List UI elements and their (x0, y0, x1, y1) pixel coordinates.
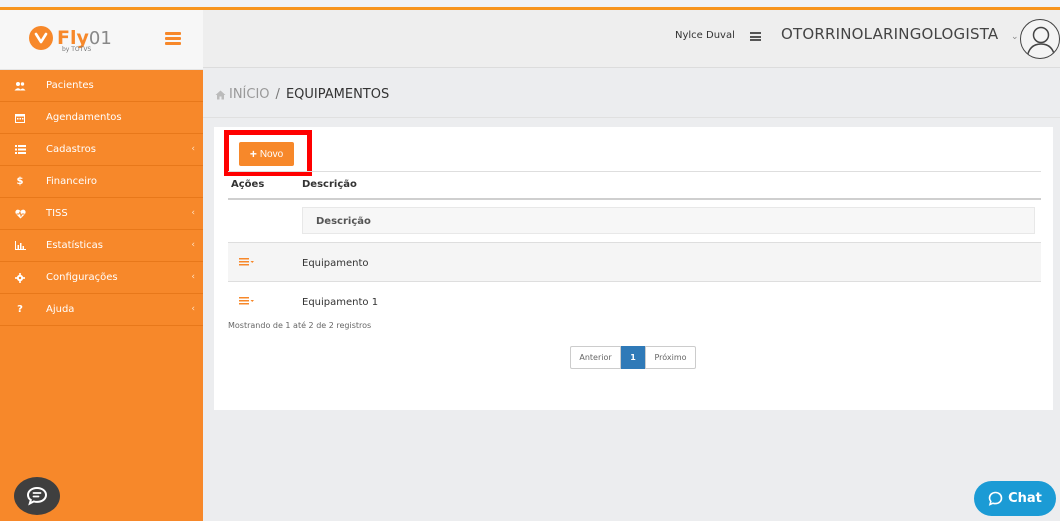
pagination-previous[interactable]: Anterior (570, 346, 621, 369)
sidebar-item-estatisticas[interactable]: Estatísticas ‹ (0, 230, 203, 262)
description-filter[interactable]: Descrição (302, 207, 1035, 234)
bar-chart-icon (14, 241, 26, 250)
sidebar-item-agendamentos[interactable]: Agendamentos (0, 102, 203, 134)
specialty-selector[interactable]: OTORRINOLARINGOLOGISTA (781, 25, 998, 43)
chevron-left-icon: ‹ (191, 144, 195, 154)
hamburger-menu-icon[interactable] (165, 32, 181, 45)
sidebar-item-financeiro[interactable]: $ Financeiro (0, 166, 203, 198)
breadcrumb-divider (203, 117, 1060, 118)
chevron-left-icon: ‹ (191, 272, 195, 282)
top-strip (0, 0, 1060, 10)
filter-label: Descrição (316, 216, 371, 227)
row-description: Equipamento (302, 258, 369, 269)
users-icon (14, 81, 26, 91)
gear-icon (14, 272, 26, 283)
chat-bubble-icon (988, 491, 1003, 506)
logo-area: Fly01 by TOTVS (0, 10, 203, 70)
sidebar-item-label: Pacientes (46, 80, 94, 91)
new-button-label: Novo (259, 148, 284, 160)
table-top-border (228, 171, 1041, 172)
sidebar-menu: Pacientes Agendamentos Cadastros ‹ $ Fin… (0, 70, 203, 326)
support-chat-icon[interactable] (14, 477, 60, 515)
chevron-down-icon[interactable]: ⌄ (1011, 32, 1019, 42)
logo-text: Fly01 (57, 27, 112, 49)
row-actions-menu-icon[interactable] (236, 253, 258, 271)
heartbeat-icon (14, 209, 26, 219)
breadcrumb-home[interactable]: INÍCIO (229, 87, 270, 102)
sidebar-item-cadastros[interactable]: Cadastros ‹ (0, 134, 203, 166)
app-logo: Fly01 by TOTVS (29, 26, 112, 53)
table-row: Equipamento 1 (228, 282, 1041, 320)
sidebar-item-tiss[interactable]: TISS ‹ (0, 198, 203, 230)
pagination-next[interactable]: Próximo (645, 346, 696, 369)
breadcrumb: INÍCIO / EQUIPAMENTOS (215, 87, 389, 102)
sidebar-item-label: Agendamentos (46, 112, 122, 123)
records-info: Mostrando de 1 até 2 de 2 registros (228, 321, 372, 330)
top-bar: Nylce Duval OTORRINOLARINGOLOGISTA ⌄ (203, 10, 1060, 68)
chat-button[interactable]: Chat (974, 481, 1056, 516)
sidebar-item-label: Estatísticas (46, 240, 104, 251)
row-actions-menu-icon[interactable] (236, 292, 258, 310)
sidebar-item-label: Ajuda (46, 304, 75, 315)
column-header-descricao[interactable]: Descrição (302, 179, 357, 190)
breadcrumb-separator: / (275, 87, 280, 102)
sidebar-item-ajuda[interactable]: ? Ajuda ‹ (0, 294, 203, 326)
user-name[interactable]: Nylce Duval (675, 30, 735, 41)
chevron-left-icon: ‹ (191, 304, 195, 314)
sidebar-item-pacientes[interactable]: Pacientes (0, 70, 203, 102)
pagination: Anterior 1 Próximo (570, 346, 696, 369)
table-header-border (228, 198, 1041, 200)
list-icon (14, 145, 26, 154)
new-button[interactable]: + Novo (239, 142, 294, 166)
chat-button-label: Chat (1008, 491, 1042, 506)
row-description: Equipamento 1 (302, 297, 379, 308)
pagination-page-1[interactable]: 1 (621, 346, 645, 369)
logo-by: by TOTVS (62, 46, 92, 53)
logo-mark-icon (29, 26, 53, 50)
sidebar: Fly01 by TOTVS Pacientes Agendamentos Ca… (0, 10, 203, 521)
plus-icon: + (249, 147, 257, 161)
table-row: Equipamento (228, 243, 1041, 281)
logo-suffix: 01 (88, 27, 112, 49)
calendar-icon (14, 113, 26, 123)
breadcrumb-current: EQUIPAMENTOS (285, 87, 390, 102)
home-icon[interactable] (215, 90, 226, 100)
sidebar-item-label: Cadastros (46, 144, 96, 155)
question-icon: ? (17, 304, 23, 315)
column-header-acoes[interactable]: Ações (231, 179, 264, 190)
sidebar-item-label: TISS (46, 208, 68, 219)
user-card-icon[interactable] (750, 32, 761, 41)
sidebar-item-label: Financeiro (46, 176, 98, 187)
chevron-left-icon: ‹ (191, 208, 195, 218)
sidebar-item-label: Configurações (46, 272, 118, 283)
sidebar-item-configuracoes[interactable]: Configurações ‹ (0, 262, 203, 294)
avatar[interactable] (1020, 19, 1060, 59)
dollar-icon: $ (16, 176, 24, 187)
chevron-left-icon: ‹ (191, 240, 195, 250)
